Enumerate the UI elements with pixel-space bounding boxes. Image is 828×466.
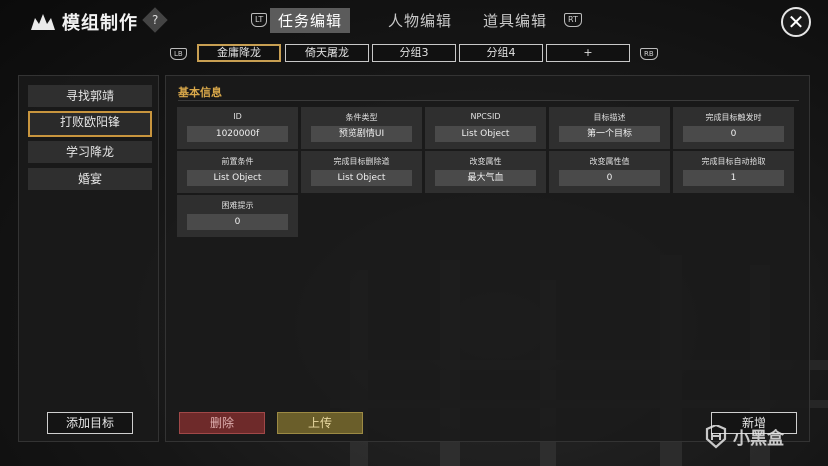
- tab-character-edit[interactable]: 人物编辑: [380, 8, 460, 33]
- field-label: 困难提示: [221, 201, 254, 210]
- field-change-attribute: 改变属性 最大气血: [425, 151, 546, 193]
- goal-list-panel: 寻找郭靖 打败欧阳锋 学习降龙 婚宴 添加目标: [18, 75, 159, 442]
- group-tab-4[interactable]: 分组4: [459, 44, 543, 62]
- precondition-input[interactable]: List Object: [187, 170, 288, 186]
- close-icon: ✕: [787, 10, 805, 34]
- field-label: NPCSID: [470, 112, 501, 121]
- heybox-logo-icon: [705, 424, 727, 448]
- field-condition-type: 条件类型 预览剧情UI: [301, 107, 422, 149]
- id-input[interactable]: 1020000f: [187, 126, 288, 142]
- app-logo: 模组制作: [30, 9, 138, 35]
- crown-logo-icon: [31, 14, 55, 30]
- field-label: 目标描述: [593, 113, 626, 122]
- field-npcsid: NPCSID List Object: [425, 107, 546, 149]
- group-tab-1[interactable]: 金庸降龙: [197, 44, 281, 62]
- lb-bumper-hint: LB: [170, 48, 187, 60]
- npcsid-input[interactable]: List Object: [435, 126, 536, 142]
- change-attribute-select[interactable]: 最大气血: [435, 170, 536, 186]
- sidebar-item-learn-xianglong[interactable]: 学习降龙: [28, 141, 152, 163]
- add-group-button[interactable]: +: [546, 44, 630, 62]
- field-precondition: 前置条件 List Object: [177, 151, 298, 193]
- rt-bumper-hint: RT: [564, 13, 582, 27]
- field-label: 完成目标删除道: [333, 157, 390, 166]
- field-label: ID: [233, 112, 242, 121]
- complete-trigger-input[interactable]: 0: [683, 126, 784, 142]
- app-title: 模组制作: [62, 13, 138, 34]
- field-label: 完成目标自动拾取: [701, 157, 766, 166]
- field-id: ID 1020000f: [177, 107, 298, 149]
- field-complete-remove-item: 完成目标删除道 List Object: [301, 151, 422, 193]
- group-tab-3[interactable]: 分组3: [372, 44, 456, 62]
- field-complete-trigger: 完成目标触发时 0: [673, 107, 794, 149]
- help-icon[interactable]: ?: [142, 7, 168, 33]
- basic-info-panel: 基本信息 ID 1020000f 条件类型 预览剧情UI NPCSID List…: [165, 75, 810, 442]
- watermark: 小黑盒: [703, 424, 784, 449]
- auto-pickup-input[interactable]: 1: [683, 170, 784, 186]
- close-button[interactable]: ✕: [781, 7, 811, 37]
- condition-type-select[interactable]: 预览剧情UI: [311, 126, 412, 142]
- watermark-text: 小黑盒: [733, 429, 784, 449]
- field-label: 改变属性: [469, 157, 502, 166]
- section-title: 基本信息: [178, 86, 222, 99]
- field-label: 条件类型: [345, 113, 378, 122]
- goal-description-input[interactable]: 第一个目标: [559, 126, 660, 142]
- field-goal-description: 目标描述 第一个目标: [549, 107, 670, 149]
- group-tab-2[interactable]: 倚天屠龙: [285, 44, 369, 62]
- lt-bumper-hint: LT: [251, 13, 268, 27]
- field-change-attribute-value: 改变属性值 0: [549, 151, 670, 193]
- complete-remove-item-input[interactable]: List Object: [311, 170, 412, 186]
- upload-button[interactable]: 上传: [277, 412, 363, 434]
- field-difficulty-hint: 困难提示 0: [177, 195, 298, 237]
- field-auto-pickup: 完成目标自动拾取 1: [673, 151, 794, 193]
- tab-task-edit[interactable]: 任务编辑: [270, 8, 351, 33]
- sidebar-item-wedding[interactable]: 婚宴: [28, 168, 152, 190]
- tab-item-edit[interactable]: 道具编辑: [475, 8, 555, 33]
- section-divider: [178, 100, 799, 101]
- change-attribute-value-input[interactable]: 0: [559, 170, 660, 186]
- add-goal-button[interactable]: 添加目标: [47, 412, 133, 434]
- difficulty-hint-input[interactable]: 0: [187, 214, 288, 230]
- delete-button[interactable]: 删除: [179, 412, 265, 434]
- sidebar-item-defeat-ouyangfeng[interactable]: 打败欧阳锋: [28, 111, 152, 137]
- field-label: 改变属性值: [589, 157, 630, 166]
- rb-bumper-hint: RB: [640, 48, 658, 60]
- field-label: 完成目标触发时: [705, 113, 762, 122]
- field-label: 前置条件: [221, 157, 254, 166]
- sidebar-item-find-guojing[interactable]: 寻找郭靖: [28, 85, 152, 107]
